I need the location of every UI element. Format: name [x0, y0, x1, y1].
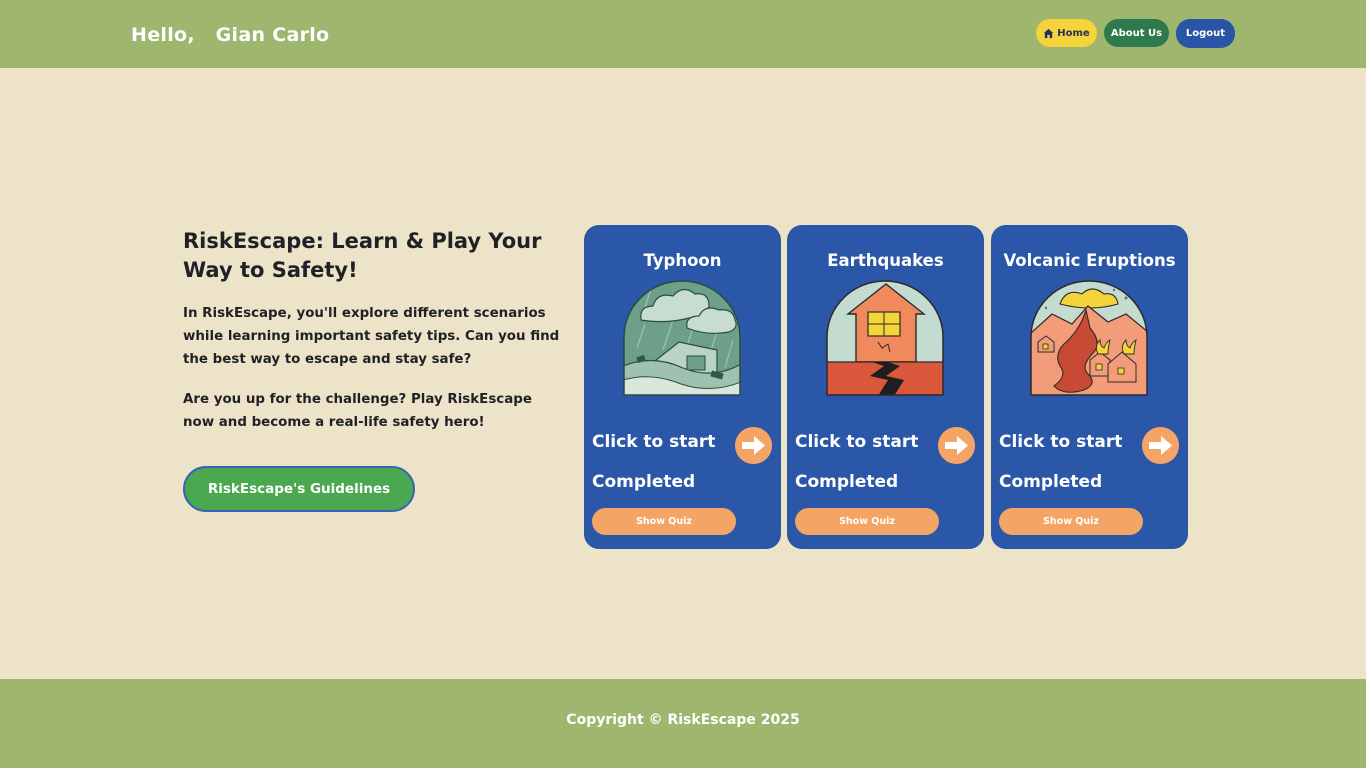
completion-status: Completed	[795, 472, 899, 492]
show-quiz-button[interactable]: Show Quiz	[999, 508, 1143, 535]
show-quiz-button[interactable]: Show Quiz	[592, 508, 736, 535]
home-icon	[1044, 28, 1054, 38]
card-title: Typhoon	[643, 251, 722, 270]
intro-paragraph: In RiskEscape, you'll explore different …	[183, 306, 560, 367]
arrow-right-icon[interactable]	[735, 427, 772, 464]
logout-button[interactable]: Logout	[1176, 19, 1235, 48]
footer-bar: Copyright © RiskEscape 2025	[0, 679, 1366, 768]
arrow-right-icon[interactable]	[938, 427, 975, 464]
show-quiz-button[interactable]: Show Quiz	[795, 508, 939, 535]
card-title: Earthquakes	[827, 251, 944, 270]
header-bar: Hello, Gian Carlo Home About Us Logout	[0, 0, 1366, 68]
arrow-right-icon[interactable]	[1142, 427, 1179, 464]
volcano-card: Volcanic Eruptions Click to start Comple…	[991, 225, 1188, 549]
completion-status: Completed	[592, 472, 696, 492]
volcano-illustration	[1030, 280, 1148, 396]
user-greeting: Hello, Gian Carlo	[131, 24, 330, 46]
copyright-text: Copyright © RiskEscape 2025	[566, 712, 800, 728]
challenge-paragraph: Are you up for the challenge? Play RiskE…	[183, 392, 532, 430]
intro-section: RiskEscape: Learn & Play Your Way to Saf…	[183, 227, 563, 434]
top-nav: Home About Us Logout	[1036, 19, 1235, 48]
card-title: Volcanic Eruptions	[1003, 251, 1176, 270]
earthquake-illustration	[826, 280, 944, 396]
home-button[interactable]: Home	[1036, 19, 1097, 47]
home-label: Home	[1057, 27, 1090, 39]
guidelines-button[interactable]: RiskEscape's Guidelines	[183, 466, 415, 512]
about-us-button[interactable]: About Us	[1104, 19, 1169, 47]
start-label: Click to start	[999, 432, 1123, 452]
completion-status: Completed	[999, 472, 1103, 492]
start-label: Click to start	[592, 432, 716, 452]
typhoon-illustration	[623, 280, 741, 396]
page-title: RiskEscape: Learn & Play Your Way to Saf…	[183, 229, 542, 282]
typhoon-card: Typhoon Click to start Completed Show Qu…	[584, 225, 781, 549]
start-label: Click to start	[795, 432, 919, 452]
earthquake-card: Earthquakes Click to start Completed Sho…	[787, 225, 984, 549]
